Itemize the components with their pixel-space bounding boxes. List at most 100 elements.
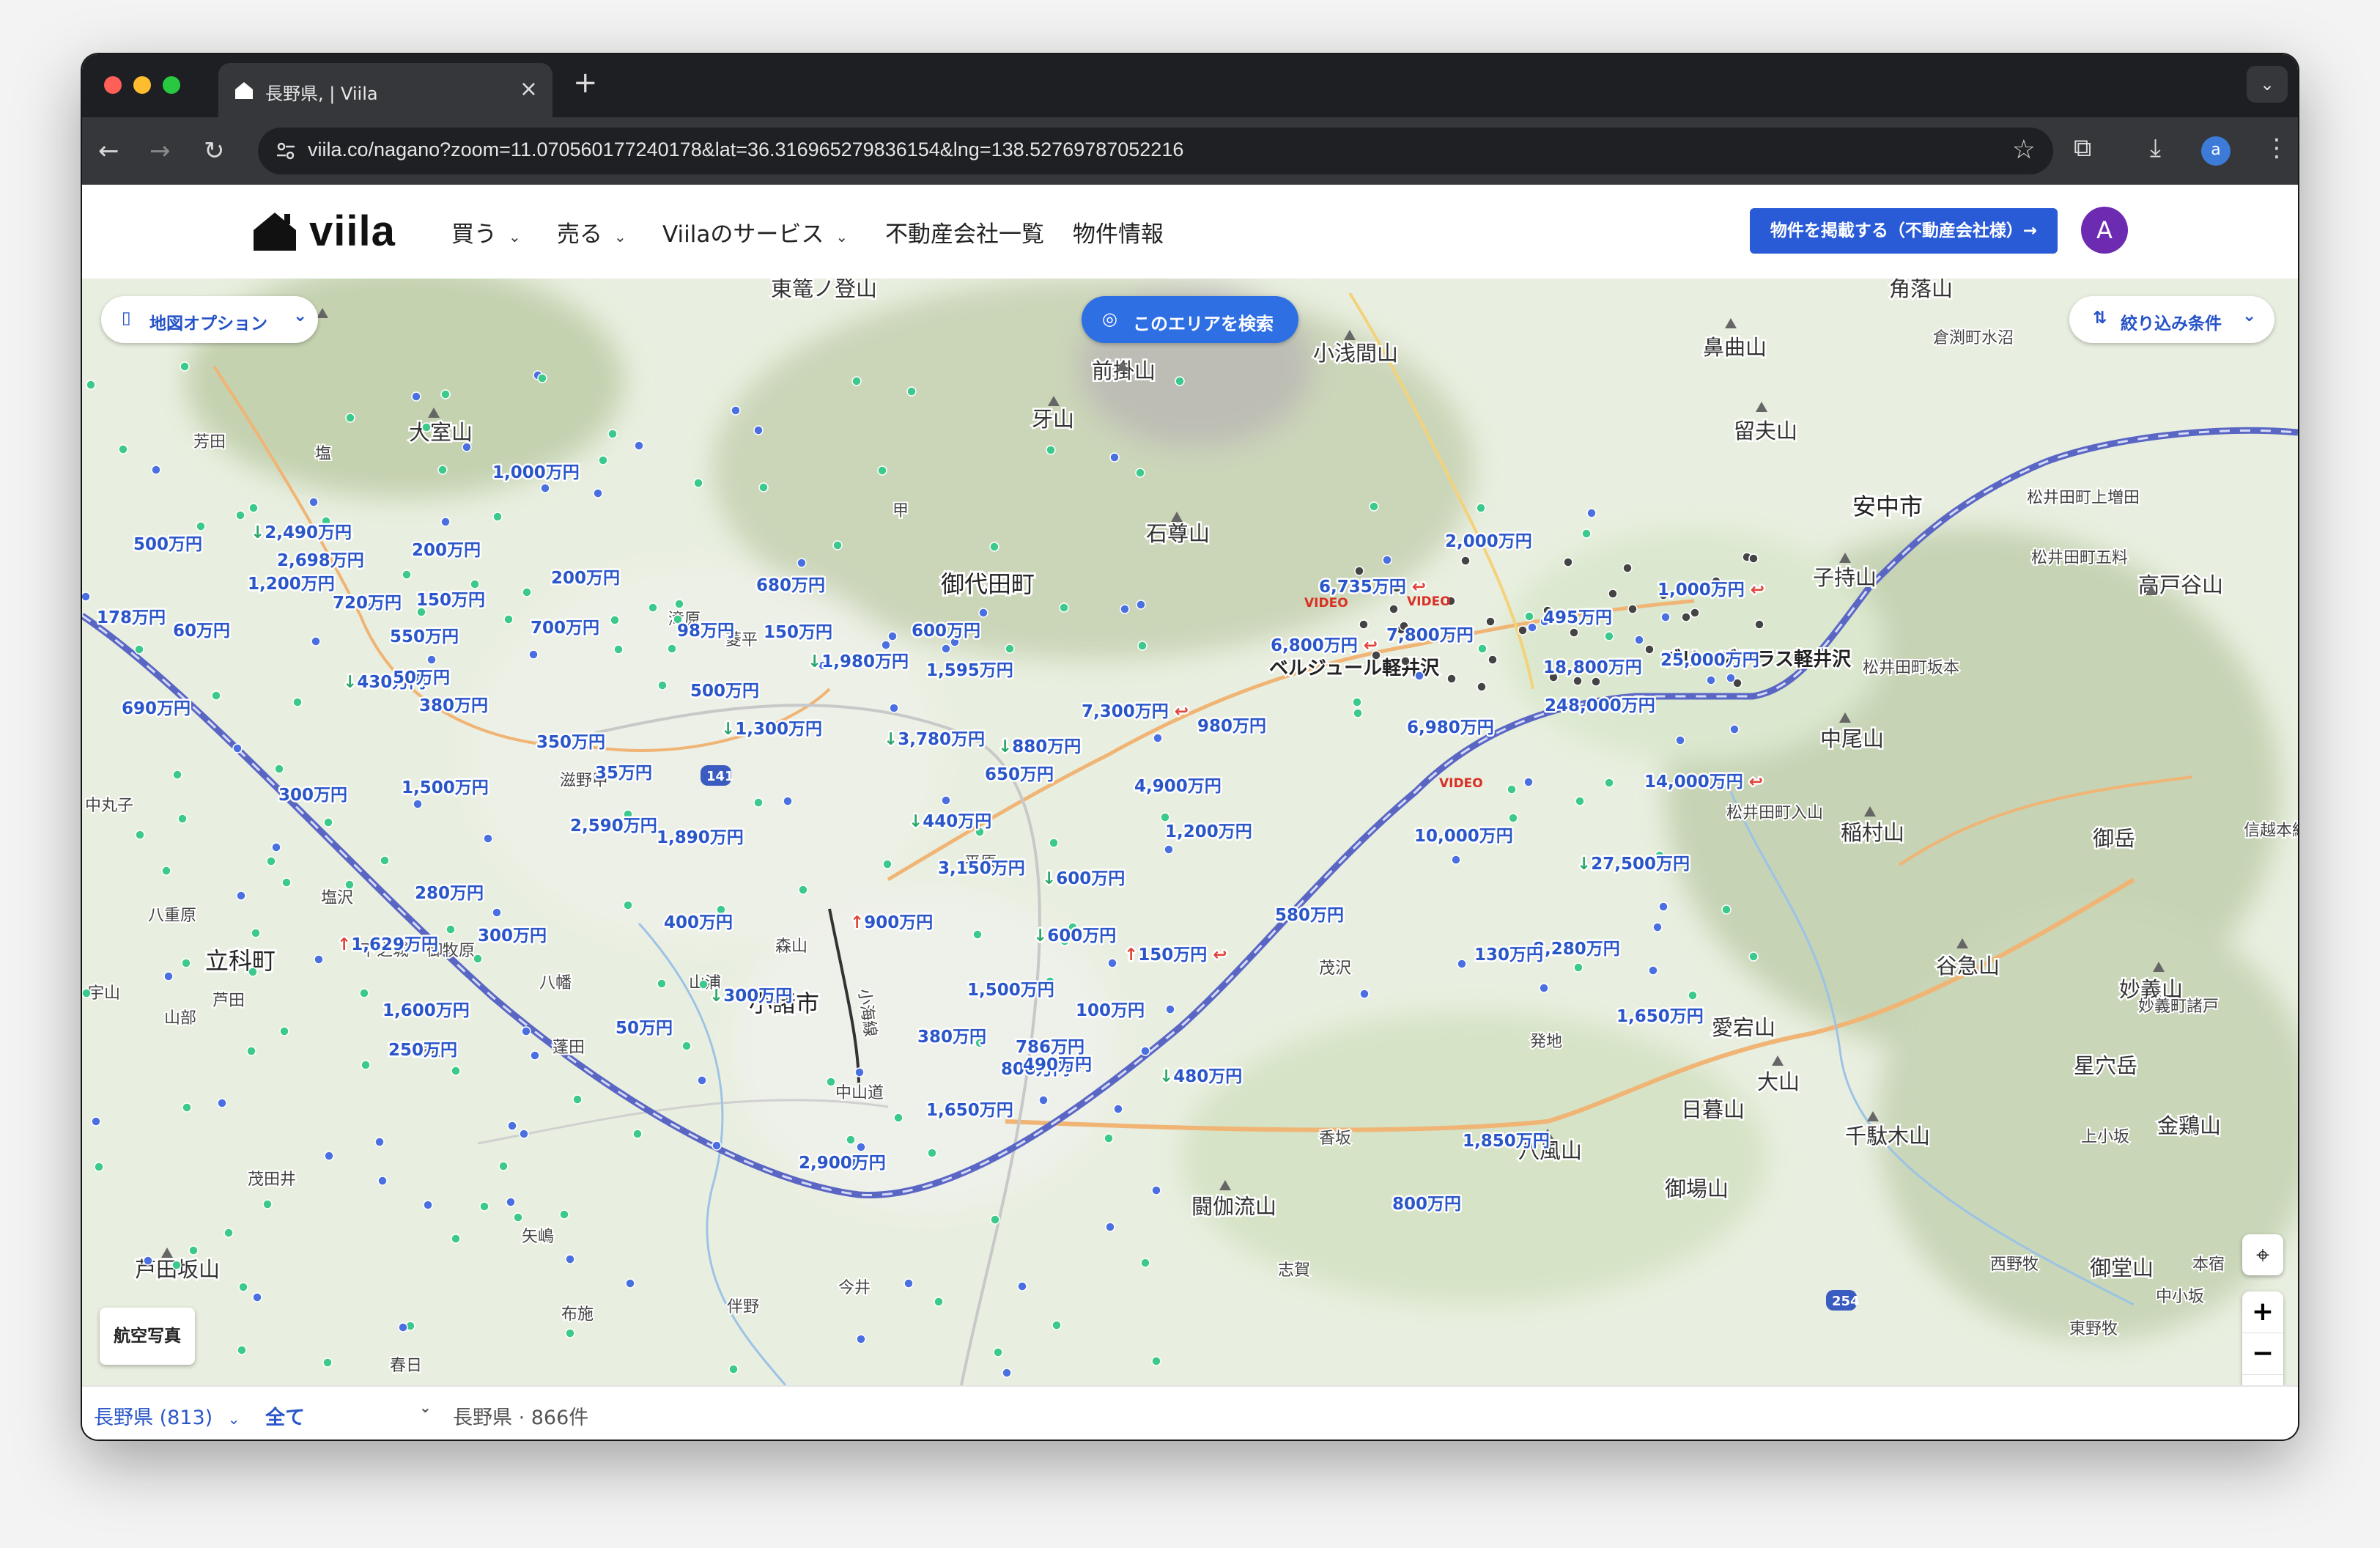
filters-button[interactable]: ⇅ 絞り込み条件 ⌄ <box>2069 296 2274 343</box>
listing-dot[interactable] <box>196 521 206 531</box>
listing-dot[interactable] <box>882 859 892 869</box>
listing-dot[interactable] <box>978 608 988 618</box>
price-label[interactable]: 50万円 <box>614 1017 675 1040</box>
price-label[interactable]: 130万円 <box>1473 944 1545 967</box>
listing-dot[interactable] <box>238 1282 248 1292</box>
listing-dot[interactable] <box>411 391 421 402</box>
price-label[interactable]: 14,000万円 ↩ <box>1643 771 1765 794</box>
price-label[interactable]: 6,800万円 ↩ <box>1269 635 1380 657</box>
price-label[interactable]: ↓480万円 <box>1158 1066 1244 1088</box>
listing-dot[interactable] <box>522 587 532 597</box>
listing-dot[interactable] <box>1151 1185 1161 1195</box>
price-label[interactable]: 980万円 <box>1196 715 1268 738</box>
listing-dot[interactable] <box>854 1067 865 1077</box>
price-label[interactable]: 200万円 <box>550 567 622 590</box>
listing-dot[interactable] <box>565 1254 575 1264</box>
listing-dot[interactable] <box>1634 635 1644 645</box>
price-label[interactable]: 720万円 <box>331 592 404 615</box>
back-arrow-icon[interactable]: ← <box>98 135 119 167</box>
listing-dot[interactable] <box>881 640 891 650</box>
listing-dot[interactable] <box>374 1137 385 1147</box>
listing-dot[interactable] <box>698 979 709 989</box>
listing-dot[interactable] <box>1354 566 1364 576</box>
listing-dot[interactable] <box>398 1322 408 1333</box>
listing-dot[interactable] <box>1165 1004 1175 1014</box>
listing-dot[interactable] <box>1359 619 1369 630</box>
compass-button[interactable]: ▲ <box>2242 1375 2283 1385</box>
price-label[interactable]: 35万円 <box>594 762 654 785</box>
price-label[interactable]: 1,650万円 <box>1615 1006 1706 1028</box>
listing-dot[interactable] <box>1488 655 1498 665</box>
price-label[interactable]: 150万円 <box>762 622 835 644</box>
listing-dot[interactable] <box>728 1364 739 1374</box>
price-label[interactable]: 380万円 <box>916 1026 988 1049</box>
forward-arrow-icon[interactable]: → <box>149 135 171 167</box>
listing-dot[interactable] <box>188 1245 199 1256</box>
listing-dot[interactable] <box>1524 611 1534 622</box>
listing-dot[interactable] <box>1017 1281 1027 1291</box>
price-label[interactable]: ↑1,629万円 <box>336 934 440 957</box>
price-label[interactable]: ↑150万円 ↩ <box>1123 944 1230 967</box>
listing-dot[interactable] <box>223 1228 234 1238</box>
listing-dot[interactable] <box>1477 644 1488 654</box>
listing-dot[interactable] <box>281 877 292 888</box>
listing-dot[interactable] <box>1137 641 1148 651</box>
post-listing-button[interactable]: 物件を掲載する（不動産会社様）→ <box>1750 208 2058 254</box>
listing-dot[interactable] <box>613 644 624 655</box>
listing-dot[interactable] <box>1688 990 1698 1000</box>
price-label[interactable]: 150万円 <box>415 589 487 612</box>
listing-dot[interactable] <box>1675 735 1685 745</box>
reload-icon[interactable]: ↻ <box>204 135 225 167</box>
price-label[interactable]: 500万円 <box>689 680 761 703</box>
listing-dot[interactable] <box>1608 589 1618 599</box>
listing-dot[interactable] <box>565 1328 575 1338</box>
listing-dot[interactable] <box>1644 644 1655 655</box>
listing-dot[interactable] <box>887 631 898 641</box>
listing-dot[interactable] <box>292 697 303 707</box>
listing-dot[interactable] <box>402 570 412 580</box>
listing-dot[interactable] <box>893 1113 903 1123</box>
listing-dot[interactable] <box>1604 631 1614 641</box>
listing-dot[interactable] <box>1105 1222 1115 1232</box>
user-avatar[interactable]: A <box>2081 207 2128 254</box>
listing-dot[interactable] <box>1160 812 1170 822</box>
listing-dot[interactable] <box>1622 563 1633 573</box>
listing-dot[interactable] <box>674 599 684 609</box>
listing-dot[interactable] <box>361 1060 371 1070</box>
price-label[interactable]: 25,000万円 <box>1659 649 1762 672</box>
listing-dot[interactable] <box>451 1066 461 1076</box>
close-window-button[interactable] <box>104 76 122 94</box>
new-tab-button[interactable]: + <box>573 66 598 100</box>
download-icon[interactable]: ⤓ <box>2150 133 2161 163</box>
listing-dot[interactable] <box>846 1135 856 1145</box>
listing-dot[interactable] <box>451 1234 461 1244</box>
listing-dot[interactable] <box>161 866 171 876</box>
listing-dot[interactable] <box>492 512 503 522</box>
price-label[interactable]: 3,150万円 <box>936 858 1027 880</box>
listing-dot[interactable] <box>903 1278 914 1289</box>
listing-dot[interactable] <box>359 988 369 998</box>
price-label[interactable]: 1,200万円 <box>246 573 337 596</box>
price-label[interactable]: 1,500万円 <box>400 777 491 800</box>
listing-dot[interactable] <box>462 442 472 452</box>
listing-dot[interactable] <box>1569 627 1579 638</box>
type-filter-selector[interactable]: 全て ⌄ <box>265 1398 432 1430</box>
listing-dot[interactable] <box>1648 965 1658 976</box>
listing-dot[interactable] <box>990 1215 1000 1225</box>
listing-dot[interactable] <box>163 971 174 981</box>
nav-property-info[interactable]: 物件情報 <box>1073 215 1164 248</box>
listing-dot[interactable] <box>322 1357 333 1368</box>
listing-dot[interactable] <box>1754 619 1764 630</box>
price-label[interactable]: ↑900万円 <box>849 912 935 935</box>
listing-dot[interactable] <box>248 967 258 977</box>
map-options-button[interactable]: ▯ 地図オプション ⌄ <box>101 296 318 343</box>
listing-dot[interactable] <box>1518 625 1528 635</box>
listing-dot[interactable] <box>91 1116 101 1127</box>
price-label[interactable]: ↓600万円 <box>1041 868 1127 891</box>
listing-dot[interactable] <box>423 1200 433 1210</box>
price-label[interactable]: ↓27,500万円 <box>1575 853 1692 876</box>
listing-dot[interactable] <box>483 833 493 844</box>
listing-dot[interactable] <box>753 425 764 435</box>
listing-dot[interactable] <box>832 540 843 550</box>
price-label[interactable]: 1,850万円 <box>1461 1130 1552 1153</box>
